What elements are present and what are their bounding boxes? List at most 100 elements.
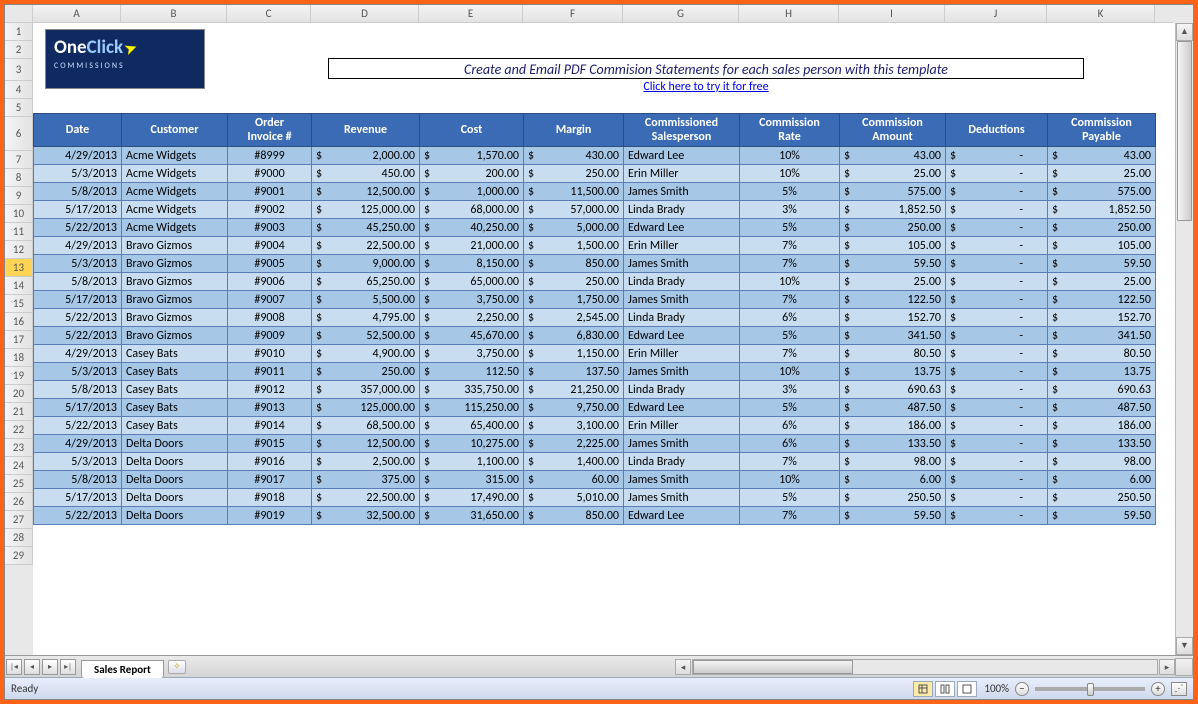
- cell[interactable]: Bravo Gizmos: [122, 273, 228, 291]
- cell[interactable]: Erin Miller: [624, 237, 740, 255]
- tab-nav-first[interactable]: |◂: [6, 659, 22, 675]
- row-header-27[interactable]: 27: [5, 511, 33, 529]
- cell[interactable]: $850.00: [524, 255, 624, 273]
- header-margin[interactable]: Margin: [524, 114, 624, 147]
- cell[interactable]: $11,500.00: [524, 183, 624, 201]
- cell[interactable]: $45,250.00: [312, 219, 420, 237]
- col-header-E[interactable]: E: [419, 5, 523, 23]
- cell[interactable]: 5/22/2013: [34, 219, 122, 237]
- row-header-21[interactable]: 21: [5, 403, 33, 421]
- cell[interactable]: $8,150.00: [420, 255, 524, 273]
- cell[interactable]: $21,250.00: [524, 381, 624, 399]
- horizontal-scrollbar[interactable]: ◂ ▸: [675, 659, 1175, 675]
- cell[interactable]: $1,852.50: [840, 201, 946, 219]
- cell[interactable]: Casey Bats: [122, 399, 228, 417]
- cell[interactable]: Delta Doors: [122, 453, 228, 471]
- cell[interactable]: Bravo Gizmos: [122, 237, 228, 255]
- cell[interactable]: $315.00: [420, 471, 524, 489]
- cell[interactable]: $2,500.00: [312, 453, 420, 471]
- cell[interactable]: $13.75: [1048, 363, 1156, 381]
- cell[interactable]: #9006: [228, 273, 312, 291]
- cell[interactable]: 5/8/2013: [34, 381, 122, 399]
- cell[interactable]: $335,750.00: [420, 381, 524, 399]
- table-row[interactable]: 4/29/2013Bravo Gizmos#9004$22,500.00$21,…: [34, 237, 1156, 255]
- cell[interactable]: Erin Miller: [624, 417, 740, 435]
- cell[interactable]: $-: [946, 291, 1048, 309]
- cell[interactable]: 5/22/2013: [34, 327, 122, 345]
- cell[interactable]: James Smith: [624, 255, 740, 273]
- col-header-B[interactable]: B: [121, 5, 227, 23]
- table-row[interactable]: 5/8/2013Bravo Gizmos#9006$65,250.00$65,0…: [34, 273, 1156, 291]
- cell[interactable]: $250.00: [524, 273, 624, 291]
- cell[interactable]: $60.00: [524, 471, 624, 489]
- cell[interactable]: $1,150.00: [524, 345, 624, 363]
- cell[interactable]: 5/17/2013: [34, 201, 122, 219]
- zoom-in-button[interactable]: +: [1151, 682, 1165, 696]
- cell[interactable]: $-: [946, 183, 1048, 201]
- row-header-23[interactable]: 23: [5, 439, 33, 457]
- cell[interactable]: $112.50: [420, 363, 524, 381]
- header-cost[interactable]: Cost: [420, 114, 524, 147]
- row-header-17[interactable]: 17: [5, 331, 33, 349]
- cell[interactable]: #9009: [228, 327, 312, 345]
- vscroll-thumb[interactable]: [1177, 41, 1192, 221]
- cell[interactable]: $6,830.00: [524, 327, 624, 345]
- cell[interactable]: Linda Brady: [624, 273, 740, 291]
- col-header-C[interactable]: C: [227, 5, 311, 23]
- cell[interactable]: $122.50: [840, 291, 946, 309]
- cell[interactable]: $31,650.00: [420, 507, 524, 525]
- cell[interactable]: 5/3/2013: [34, 165, 122, 183]
- cell[interactable]: $575.00: [1048, 183, 1156, 201]
- cell[interactable]: $4,795.00: [312, 309, 420, 327]
- cell[interactable]: $341.50: [840, 327, 946, 345]
- cell[interactable]: $6.00: [840, 471, 946, 489]
- cell[interactable]: Bravo Gizmos: [122, 291, 228, 309]
- cell[interactable]: $6.00: [1048, 471, 1156, 489]
- cell[interactable]: 6%: [740, 435, 840, 453]
- view-normal-button[interactable]: [913, 681, 933, 697]
- cell[interactable]: $98.00: [1048, 453, 1156, 471]
- cell[interactable]: James Smith: [624, 471, 740, 489]
- row-header-13[interactable]: 13: [5, 259, 33, 277]
- cell[interactable]: 5/3/2013: [34, 255, 122, 273]
- cell[interactable]: $-: [946, 309, 1048, 327]
- cell[interactable]: $80.50: [840, 345, 946, 363]
- cell[interactable]: 7%: [740, 345, 840, 363]
- cell[interactable]: $1,852.50: [1048, 201, 1156, 219]
- cell[interactable]: #9000: [228, 165, 312, 183]
- cell[interactable]: Delta Doors: [122, 471, 228, 489]
- cell[interactable]: $17,490.00: [420, 489, 524, 507]
- cell[interactable]: $133.50: [840, 435, 946, 453]
- vscroll-track[interactable]: [1176, 41, 1193, 637]
- cell[interactable]: $-: [946, 345, 1048, 363]
- cell[interactable]: 10%: [740, 363, 840, 381]
- cell[interactable]: $1,570.00: [420, 147, 524, 165]
- zoom-out-button[interactable]: −: [1015, 682, 1029, 696]
- cell[interactable]: 5/3/2013: [34, 453, 122, 471]
- cell[interactable]: $68,000.00: [420, 201, 524, 219]
- cell[interactable]: $98.00: [840, 453, 946, 471]
- cell[interactable]: 5/22/2013: [34, 507, 122, 525]
- new-sheet-button[interactable]: ✧: [168, 660, 186, 674]
- cell[interactable]: #9013: [228, 399, 312, 417]
- row-header-5[interactable]: 5: [5, 99, 33, 117]
- scroll-down-button[interactable]: ▼: [1176, 637, 1193, 655]
- cell[interactable]: Edward Lee: [624, 327, 740, 345]
- row-header-3[interactable]: 3: [5, 59, 33, 81]
- resize-grip[interactable]: ⋰: [1171, 682, 1187, 696]
- table-row[interactable]: 5/22/2013Casey Bats#9014$68,500.00$65,40…: [34, 417, 1156, 435]
- cell[interactable]: $186.00: [1048, 417, 1156, 435]
- cell[interactable]: $-: [946, 237, 1048, 255]
- cell[interactable]: $4,900.00: [312, 345, 420, 363]
- table-row[interactable]: 5/3/2013Delta Doors#9016$2,500.00$1,100.…: [34, 453, 1156, 471]
- row-header-7[interactable]: 7: [5, 151, 33, 169]
- cell[interactable]: $357,000.00: [312, 381, 420, 399]
- cell[interactable]: 10%: [740, 165, 840, 183]
- cell[interactable]: #9005: [228, 255, 312, 273]
- cell[interactable]: 5/17/2013: [34, 291, 122, 309]
- cell[interactable]: $2,250.00: [420, 309, 524, 327]
- cell[interactable]: 5%: [740, 399, 840, 417]
- scroll-up-button[interactable]: ▲: [1176, 23, 1193, 41]
- cell[interactable]: $200.00: [420, 165, 524, 183]
- cell[interactable]: $45,670.00: [420, 327, 524, 345]
